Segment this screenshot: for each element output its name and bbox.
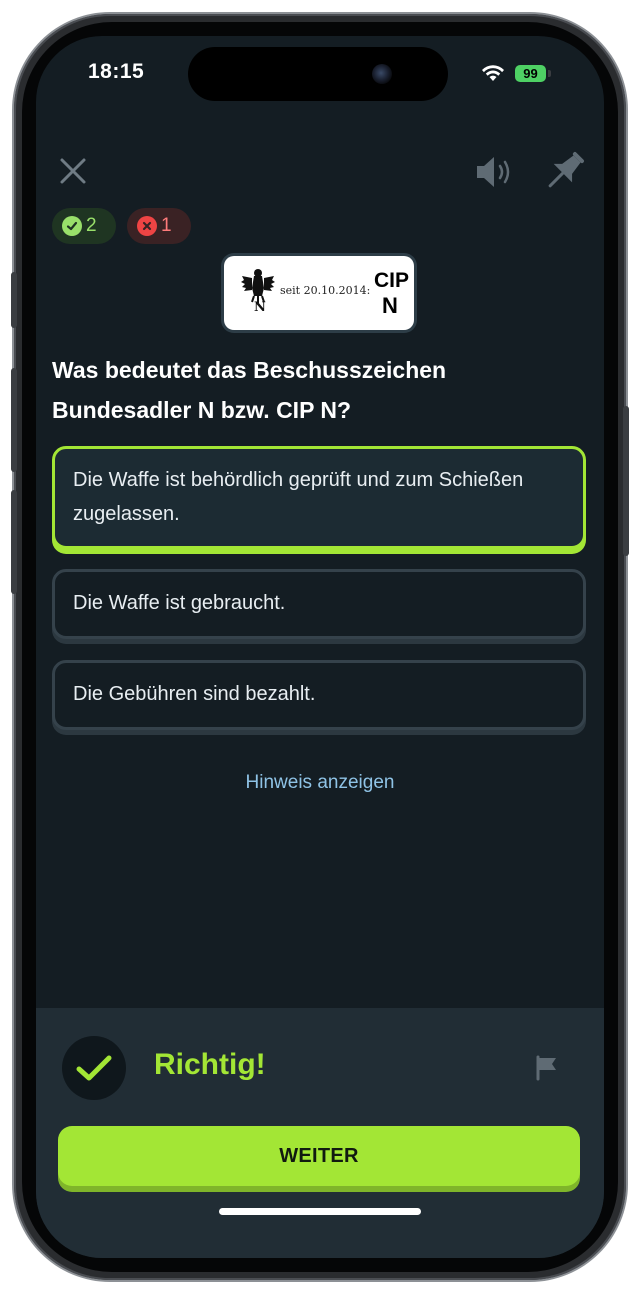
power-button	[623, 406, 629, 556]
volume-down-button	[11, 490, 17, 594]
wrong-count-badge: 1	[127, 208, 191, 244]
result-panel: Richtig! WEITER	[36, 1008, 604, 1258]
answer-option-label: Die Waffe ist gebraucht.	[73, 592, 286, 614]
answer-option-label: Die Gebühren sind bezahlt.	[73, 683, 316, 705]
answer-option-1[interactable]: Die Waffe ist behördlich geprüft und zum…	[52, 446, 586, 549]
battery-level: 99	[515, 65, 546, 82]
camera-icon	[372, 64, 392, 84]
status-time: 18:15	[88, 60, 145, 83]
pin-icon	[548, 152, 584, 188]
pin-button[interactable]	[542, 148, 588, 194]
checkmark-icon	[76, 1055, 112, 1081]
proof-mark-date: seit 20.10.2014:	[280, 284, 371, 297]
show-hint-link[interactable]: Hinweis anzeigen	[36, 772, 604, 794]
answer-option-2[interactable]: Die Waffe ist gebraucht.	[52, 569, 586, 639]
proof-mark-cip: CIP	[374, 269, 410, 292]
close-icon	[60, 158, 86, 184]
correct-count: 2	[86, 215, 97, 236]
proof-mark-image: N seit 20.10.2014: CIP N	[224, 256, 414, 330]
close-button[interactable]	[58, 156, 88, 186]
speaker-icon	[477, 157, 510, 187]
wifi-icon	[482, 65, 504, 81]
answer-option-label: Die Waffe ist behördlich geprüft und zum…	[73, 469, 524, 525]
proof-mark-small-n: N	[254, 300, 266, 315]
volume-up-button	[11, 368, 17, 472]
app-screen: 18:15 99 2 1 N seit 20.10.2014: CIP N Wa…	[36, 36, 604, 1258]
dynamic-island	[188, 47, 448, 101]
report-button[interactable]	[534, 1055, 560, 1081]
flag-icon	[536, 1055, 556, 1081]
result-title: Richtig!	[154, 1048, 266, 1081]
proof-mark-big-n: N	[382, 293, 398, 318]
correct-count-badge: 2	[52, 208, 116, 244]
speaker-button[interactable]	[474, 154, 514, 190]
continue-button[interactable]: WEITER	[58, 1126, 580, 1186]
mute-switch	[11, 272, 17, 328]
x-circle-icon	[137, 216, 157, 236]
check-circle-icon	[62, 216, 82, 236]
answer-option-3[interactable]: Die Gebühren sind bezahlt.	[52, 660, 586, 730]
result-icon-circle	[62, 1036, 126, 1100]
wrong-count: 1	[161, 215, 172, 236]
battery-tip	[548, 70, 551, 77]
question-text: Was bedeutet das Beschusszeichen Bundesa…	[52, 357, 447, 423]
home-indicator[interactable]	[219, 1208, 421, 1215]
